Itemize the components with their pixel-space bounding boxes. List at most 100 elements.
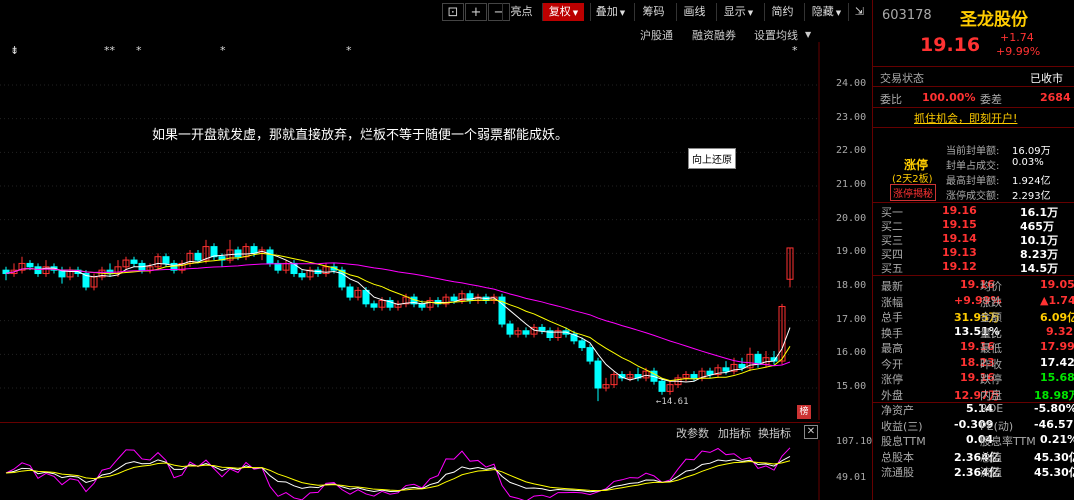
candle-body[interactable] xyxy=(690,374,698,379)
event-mark[interactable]: ** xyxy=(104,44,115,57)
event-mark[interactable]: * xyxy=(220,44,226,57)
stat-label: 换手 xyxy=(881,326,903,340)
toolbar-button-6[interactable]: 简约 xyxy=(764,3,800,21)
candle-body[interactable] xyxy=(722,367,730,372)
candle-body[interactable] xyxy=(578,340,586,349)
candle-body[interactable] xyxy=(658,380,666,392)
price-change: +1.74 xyxy=(1000,31,1034,44)
candle-body[interactable] xyxy=(450,296,458,301)
limit-row-value: 1.924亿 xyxy=(1012,176,1051,187)
restore-tooltip[interactable]: 向上还原 xyxy=(688,148,736,169)
stat-label: 股息率TTM xyxy=(980,435,1036,448)
candle-body[interactable] xyxy=(370,303,378,308)
stat-label: 今开 xyxy=(881,357,903,371)
limit-row-value: 16.09万 xyxy=(1012,146,1051,157)
indicator-link-0[interactable]: 改参数 xyxy=(676,425,709,441)
event-mark[interactable]: * xyxy=(346,44,352,57)
candle-body[interactable] xyxy=(298,273,306,278)
stat-value: 18.98万 xyxy=(1034,388,1074,402)
candle-body[interactable] xyxy=(194,252,202,261)
candle-body[interactable] xyxy=(274,262,282,271)
stat-value: 17.99 xyxy=(1040,340,1074,353)
stat-label: PE(动) xyxy=(980,419,1014,433)
candle-body[interactable] xyxy=(594,360,602,389)
candle-body[interactable] xyxy=(538,326,546,332)
candle-body[interactable] xyxy=(346,286,354,298)
close-icon[interactable]: ✕ xyxy=(804,425,818,439)
indicator-link-2[interactable]: 换指标 xyxy=(758,425,791,441)
price-tick-label: 20.00 xyxy=(836,212,867,224)
toolbar-button-1[interactable]: 复权 ▼ xyxy=(542,3,584,21)
candle-body[interactable] xyxy=(506,323,514,335)
chart-annotation: 如果一开盘就发虚，那就直接放弃，烂板不等于随便一个弱票都能成妖。 xyxy=(152,128,569,143)
subbar-link-1[interactable]: 融资融券 xyxy=(692,27,736,43)
toolbar-button-4[interactable]: 画线 xyxy=(676,3,712,21)
toolbar-button-2[interactable]: 叠加 ▼ xyxy=(590,3,630,21)
limit-up-streak: (2天2板) xyxy=(892,174,933,185)
candle-body[interactable] xyxy=(754,353,762,365)
stock-code: 603178 xyxy=(882,8,932,23)
ranking-badge[interactable]: 榜 xyxy=(797,405,811,419)
stat-label: 总手 xyxy=(881,311,903,324)
stat-label: ROE xyxy=(980,402,1004,415)
stat-label: 涨幅 xyxy=(881,295,903,309)
candle-body[interactable] xyxy=(586,347,594,362)
divider xyxy=(872,107,1074,108)
weibi-value: 100.00% xyxy=(922,91,976,104)
limit-up-reveal-button[interactable]: 涨停揭秘 xyxy=(890,184,936,201)
toolbar-button-3[interactable]: 筹码 xyxy=(634,3,672,21)
low-price-value: 14.61 xyxy=(661,397,689,407)
collapse-icon[interactable]: ⇲ xyxy=(848,3,870,21)
divider xyxy=(872,202,1074,203)
candle-body[interactable] xyxy=(706,370,714,376)
stat-value: ▲1.74 xyxy=(1040,293,1074,307)
stat-value: -46.57 xyxy=(1034,417,1074,431)
event-mark[interactable]: * xyxy=(136,44,142,57)
toolbar-button-0[interactable]: 亮点 xyxy=(502,3,540,21)
limit-row-value: 2.293亿 xyxy=(1012,191,1051,202)
candle-body[interactable] xyxy=(26,262,34,268)
candle-body[interactable] xyxy=(34,266,42,275)
stat-label: 股息TTM xyxy=(881,435,926,448)
price-tick-label: 23.00 xyxy=(836,111,867,123)
candle-body[interactable] xyxy=(362,289,370,305)
chevron-down-icon[interactable]: ▼ xyxy=(805,30,811,39)
candlestick-chart[interactable] xyxy=(0,42,820,420)
bid-price: 19.14 xyxy=(942,232,977,245)
stat-label: 跌停 xyxy=(980,373,1002,386)
weicha-value: 2684 xyxy=(1040,91,1071,104)
bid-price: 19.15 xyxy=(942,218,977,231)
subbar-link-0[interactable]: 沪股通 xyxy=(640,27,673,43)
divider xyxy=(872,86,1074,87)
toolbar-button-5[interactable]: 显示 ▼ xyxy=(716,3,760,21)
candle-body[interactable] xyxy=(266,249,274,264)
limit-row-label: 封单占成交: xyxy=(946,161,1000,172)
candle-body[interactable] xyxy=(130,259,138,264)
subbar-link-2[interactable]: 设置均线 xyxy=(754,27,798,43)
stat-label: 收益(三) xyxy=(881,419,923,433)
plus-icon[interactable]: + xyxy=(465,3,487,21)
event-mark[interactable]: * xyxy=(792,44,798,57)
open-account-link[interactable]: 抓住机会，即刻开户! xyxy=(914,110,1017,126)
event-mark[interactable]: ⇟ xyxy=(10,44,19,57)
bid-label: 买五 xyxy=(881,262,903,275)
lock-icon[interactable]: ⊡ xyxy=(442,3,464,21)
candle-body[interactable] xyxy=(234,249,242,258)
stat-label: 量比 xyxy=(980,326,1002,340)
kdj-k-line xyxy=(5,455,791,493)
price-tick-label: 15.00 xyxy=(836,381,867,392)
indicator-link-1[interactable]: 加指标 xyxy=(718,425,751,441)
divider xyxy=(872,66,1074,67)
stat-label: 净资产 xyxy=(881,404,914,417)
candle-body[interactable] xyxy=(162,256,170,264)
ma5-line xyxy=(5,250,791,383)
limit-row-label: 当前封单额: xyxy=(946,146,1000,157)
trade-status-label: 交易状态 xyxy=(880,72,924,85)
candle-body[interactable] xyxy=(522,330,530,335)
candle-body[interactable] xyxy=(738,363,746,369)
toolbar-button-7[interactable]: 隐藏 ▼ xyxy=(804,3,848,21)
indicator-chart[interactable] xyxy=(0,440,820,500)
stat-value: 45.30亿 xyxy=(1034,450,1074,464)
stat-label: 流值 xyxy=(980,466,1002,479)
candle-body[interactable] xyxy=(210,246,218,258)
